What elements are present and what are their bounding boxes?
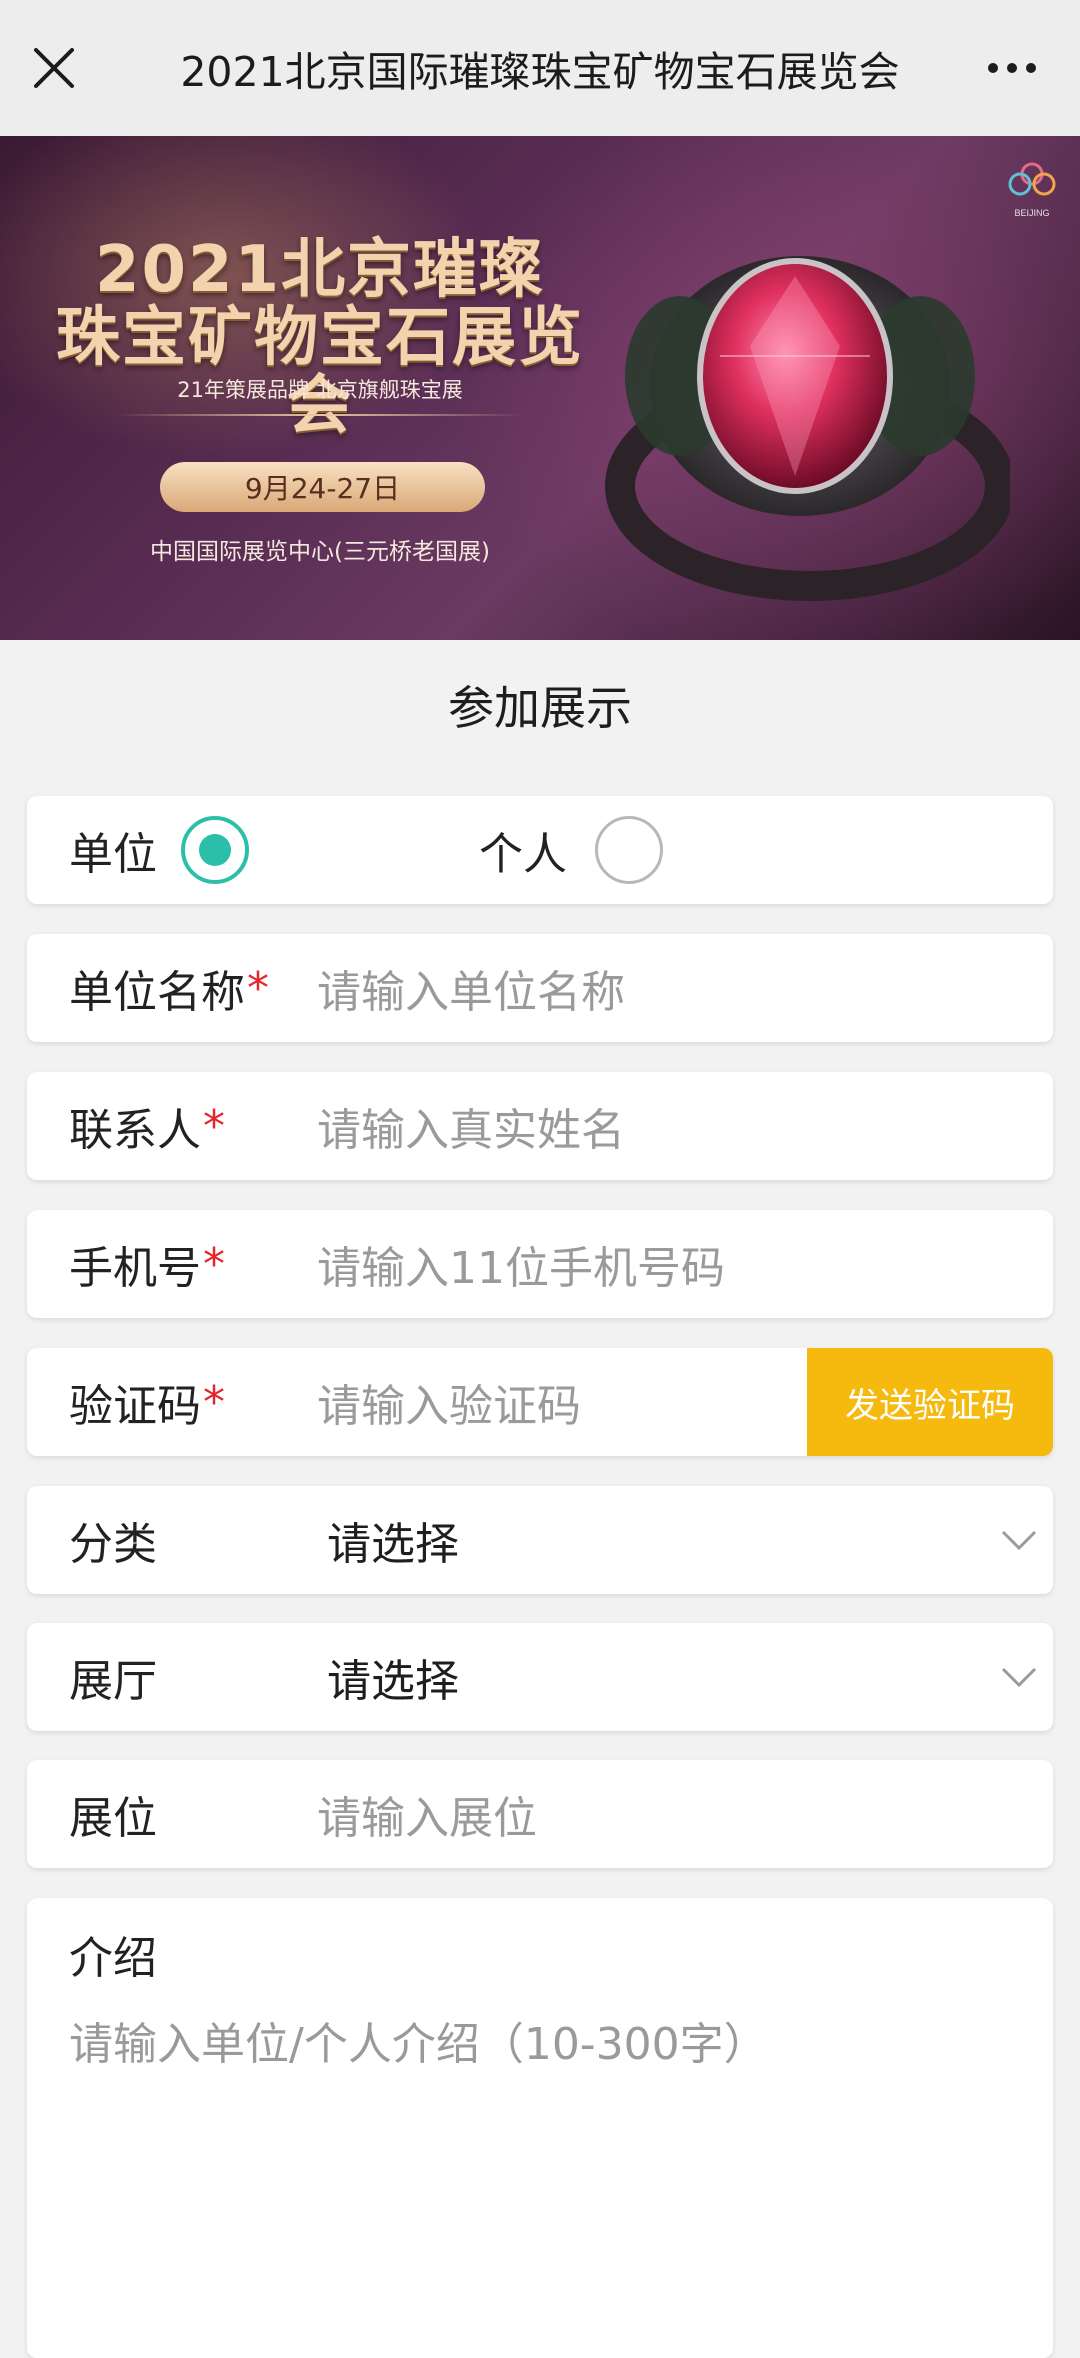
hall-value: 请选择: [327, 1656, 459, 1707]
category-select[interactable]: 分类 请选择: [27, 1486, 1053, 1594]
company-name-row: 单位名称 * 请输入单位名称: [27, 934, 1053, 1042]
close-icon[interactable]: [30, 38, 78, 98]
phone-label: 手机号 *: [69, 1238, 225, 1295]
type-personal-radio[interactable]: [595, 816, 663, 884]
phone-row: 手机号 * 请输入11位手机号码: [27, 1210, 1053, 1318]
booth-label: 展位: [69, 1793, 157, 1844]
svg-text:BEIJING: BEIJING: [1014, 208, 1049, 218]
send-code-button[interactable]: 发送验证码: [807, 1348, 1053, 1456]
intro-label: 介绍: [69, 1933, 157, 1984]
hall-select[interactable]: 展厅 请选择: [27, 1623, 1053, 1731]
top-bar: 2021北京国际璀璨珠宝矿物宝石展览会: [0, 0, 1080, 136]
banner-title: 2021北京璀璨 珠宝矿物宝石展览会: [40, 236, 600, 440]
page-title: 2021北京国际璀璨珠宝矿物宝石展览会: [180, 48, 900, 96]
banner-divider: [115, 414, 525, 416]
booth-row: 展位 请输入展位: [27, 1760, 1053, 1868]
category-label: 分类: [69, 1519, 157, 1570]
booth-input[interactable]: 请输入展位: [317, 1760, 537, 1868]
banner-date-badge: 9月24-27日: [160, 462, 485, 512]
intro-textarea[interactable]: 介绍 请输入单位/个人介绍（10-300字）: [27, 1898, 1053, 2358]
contact-row: 联系人 * 请输入真实姓名: [27, 1072, 1053, 1180]
section-title: 参加展示: [448, 681, 632, 735]
expo-logo-icon: BEIJING: [1008, 162, 1056, 218]
banner-title-line2: 珠宝矿物宝石展览会: [56, 301, 584, 443]
chevron-down-icon: [1001, 1530, 1037, 1551]
type-personal-label: 个人: [479, 829, 567, 880]
category-value: 请选择: [327, 1519, 459, 1570]
contact-input[interactable]: 请输入真实姓名: [317, 1072, 625, 1180]
ruby-ring-image: [605, 256, 1010, 601]
hall-label: 展厅: [69, 1656, 157, 1707]
banner-venue: 中国国际展览中心(三元桥老国展): [150, 539, 490, 565]
banner-title-line1: 2021北京璀璨: [94, 233, 546, 307]
phone-input[interactable]: 请输入11位手机号码: [317, 1210, 725, 1318]
contact-label: 联系人 *: [69, 1100, 225, 1157]
company-name-input[interactable]: 请输入单位名称: [317, 934, 625, 1042]
company-name-label: 单位名称 *: [69, 962, 269, 1019]
type-company-label: 单位: [69, 829, 157, 880]
banner-subtitle: 21年策展品牌 北京旗舰珠宝展: [177, 378, 463, 402]
code-input[interactable]: 请输入验证码: [317, 1348, 581, 1456]
code-label: 验证码 *: [69, 1376, 225, 1433]
more-icon[interactable]: [974, 46, 1050, 90]
event-banner: 2021北京璀璨 珠宝矿物宝石展览会 21年策展品牌 北京旗舰珠宝展 9月24-…: [0, 136, 1080, 640]
code-row: 验证码 * 请输入验证码 发送验证码: [27, 1348, 1053, 1456]
intro-placeholder: 请输入单位/个人介绍（10-300字）: [69, 2019, 768, 2070]
type-company-radio[interactable]: [181, 816, 249, 884]
chevron-down-icon: [1001, 1667, 1037, 1688]
type-selector-card: 单位 个人: [27, 796, 1053, 904]
